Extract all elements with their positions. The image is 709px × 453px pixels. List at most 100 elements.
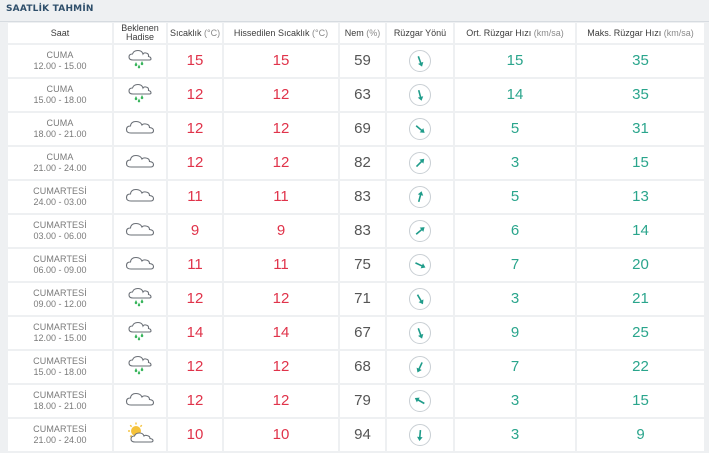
temperature-cell: 10 [168, 419, 222, 451]
temperature-value: 12 [186, 358, 204, 375]
cloud-icon [125, 220, 155, 243]
avg-wind-cell: 3 [455, 147, 575, 179]
time-range: 18.00 - 21.00 [33, 401, 87, 411]
max-wind-value: 20 [632, 256, 649, 273]
temperature-cell: 11 [168, 249, 222, 281]
time-cell: CUMA 15.00 - 18.00 [8, 79, 112, 111]
temperature-cell: 15 [168, 45, 222, 77]
avg-wind-value: 9 [510, 324, 520, 341]
humidity-value: 94 [354, 426, 371, 443]
cloud-icon [125, 118, 155, 141]
time-range: 12.00 - 15.00 [33, 333, 87, 343]
avg-wind-cell: 3 [455, 419, 575, 451]
time-cell: CUMARTESİ 03.00 - 06.00 [8, 215, 112, 247]
temperature-cell: 12 [168, 283, 222, 315]
feels-like-cell: 12 [224, 385, 338, 417]
temperature-value: 12 [186, 154, 204, 171]
col-header-saat: Saat [8, 23, 112, 43]
humidity-cell: 71 [340, 283, 385, 315]
wind-direction-cell [387, 351, 453, 383]
day-label: CUMARTESİ [33, 356, 87, 366]
time-cell: CUMARTESİ 18.00 - 21.00 [8, 385, 112, 417]
humidity-cell: 79 [340, 385, 385, 417]
max-wind-value: 35 [632, 86, 649, 103]
feels-like-cell: 14 [224, 317, 338, 349]
wind-direction-icon [409, 220, 431, 242]
time-range: 03.00 - 06.00 [33, 231, 87, 241]
time-cell: CUMARTESİ 09.00 - 12.00 [8, 283, 112, 315]
wind-direction-icon [409, 84, 431, 106]
avg-wind-cell: 3 [455, 283, 575, 315]
avg-wind-cell: 6 [455, 215, 575, 247]
humidity-cell: 59 [340, 45, 385, 77]
cloud-icon [125, 254, 155, 277]
day-label: CUMA [46, 152, 74, 162]
humidity-value: 71 [354, 290, 371, 307]
time-range: 15.00 - 18.00 [33, 367, 87, 377]
table-row: CUMA 15.00 - 18.00 12 12 63 14 35 [8, 79, 704, 111]
humidity-cell: 75 [340, 249, 385, 281]
feels-like-cell: 11 [224, 181, 338, 213]
humidity-value: 69 [354, 120, 371, 137]
max-wind-cell: 21 [577, 283, 704, 315]
max-wind-cell: 15 [577, 147, 704, 179]
humidity-value: 75 [354, 256, 371, 273]
time-cell: CUMARTESİ 12.00 - 15.00 [8, 317, 112, 349]
feels-like-value: 14 [272, 324, 290, 341]
temperature-cell: 12 [168, 351, 222, 383]
feels-like-cell: 12 [224, 283, 338, 315]
wind-direction-cell [387, 79, 453, 111]
humidity-cell: 94 [340, 419, 385, 451]
temperature-cell: 12 [168, 113, 222, 145]
time-range: 18.00 - 21.00 [33, 129, 87, 139]
hourly-forecast-table: Saat Beklenen Hadise Sıcaklık (°C) Hisse… [6, 21, 706, 453]
max-wind-cell: 25 [577, 317, 704, 349]
wind-direction-icon [409, 152, 431, 174]
weather-cell [114, 113, 166, 145]
avg-wind-value: 15 [506, 52, 524, 69]
max-wind-cell: 20 [577, 249, 704, 281]
avg-wind-value: 3 [510, 154, 520, 171]
time-cell: CUMA 21.00 - 24.00 [8, 147, 112, 179]
humidity-cell: 83 [340, 215, 385, 247]
col-header-ort-ruzgar: Ort. Rüzgar Hızı (km/sa) [455, 23, 575, 43]
wind-direction-cell [387, 385, 453, 417]
wind-direction-icon [409, 288, 431, 310]
max-wind-value: 15 [632, 154, 649, 171]
feels-like-value: 12 [272, 86, 290, 103]
time-cell: CUMARTESİ 21.00 - 24.00 [8, 419, 112, 451]
humidity-value: 63 [354, 86, 371, 103]
feels-like-cell: 11 [224, 249, 338, 281]
time-range: 21.00 - 24.00 [33, 163, 87, 173]
rain-cloud-icon [127, 287, 153, 312]
temperature-value: 12 [186, 86, 204, 103]
feels-like-cell: 12 [224, 351, 338, 383]
table-row: CUMARTESİ 21.00 - 24.00 10 10 94 3 9 [8, 419, 704, 451]
max-wind-value: 13 [632, 188, 649, 205]
avg-wind-value: 14 [506, 86, 524, 103]
day-label: CUMARTESİ [33, 186, 87, 196]
avg-wind-value: 5 [510, 120, 520, 137]
avg-wind-cell: 15 [455, 45, 575, 77]
cloud-icon [125, 186, 155, 209]
avg-wind-value: 5 [510, 188, 520, 205]
day-label: CUMA [46, 118, 74, 128]
feels-like-value: 9 [276, 222, 286, 239]
wind-direction-cell [387, 113, 453, 145]
wind-direction-cell [387, 45, 453, 77]
humidity-cell: 82 [340, 147, 385, 179]
weather-cell [114, 351, 166, 383]
table-row: CUMARTESİ 09.00 - 12.00 12 12 71 3 21 [8, 283, 704, 315]
avg-wind-cell: 3 [455, 385, 575, 417]
time-cell: CUMARTESİ 15.00 - 18.00 [8, 351, 112, 383]
time-cell: CUMA 18.00 - 21.00 [8, 113, 112, 145]
col-header-ruzgar-yonu: Rüzgar Yönü [387, 23, 453, 43]
feels-like-value: 12 [272, 290, 290, 307]
humidity-value: 79 [354, 392, 371, 409]
day-label: CUMA [46, 84, 74, 94]
feels-like-cell: 10 [224, 419, 338, 451]
max-wind-cell: 15 [577, 385, 704, 417]
avg-wind-value: 7 [510, 256, 520, 273]
weather-cell [114, 79, 166, 111]
max-wind-value: 14 [632, 222, 649, 239]
